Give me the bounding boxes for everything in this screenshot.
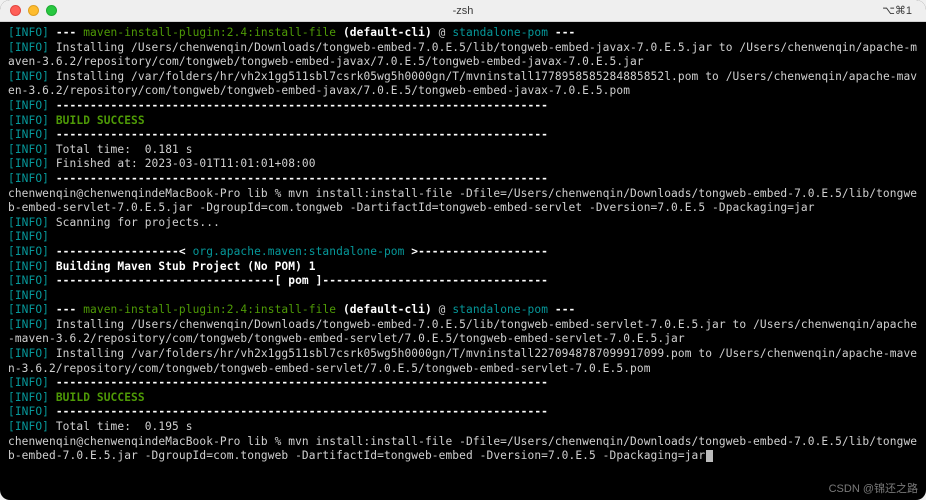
terminal-line: [INFO] Installing /Users/chenwenqin/Down… — [8, 318, 918, 347]
terminal-line: [INFO] BUILD SUCCESS — [8, 114, 918, 129]
terminal-line: chenwenqin@chenwenqindeMacBook-Pro lib %… — [8, 187, 918, 216]
terminal-line: [INFO] Finished at: 2023-03-01T11:01:01+… — [8, 157, 918, 172]
terminal-line: [INFO] Building Maven Stub Project (No P… — [8, 260, 918, 275]
titlebar: -zsh ⌥⌘1 — [0, 0, 926, 22]
terminal-line: [INFO] — [8, 230, 918, 245]
terminal-line: [INFO] ---------------------------------… — [8, 99, 918, 114]
terminal-line: [INFO] Installing /var/folders/hr/vh2x1g… — [8, 347, 918, 376]
terminal-line: [INFO] ---------------------------------… — [8, 405, 918, 420]
window-title: -zsh — [0, 5, 926, 17]
terminal-line: [INFO] --- maven-install-plugin:2.4:inst… — [8, 26, 918, 41]
cursor — [706, 450, 713, 462]
terminal-line: [INFO] Installing /Users/chenwenqin/Down… — [8, 41, 918, 70]
terminal-line: [INFO] Scanning for projects... — [8, 216, 918, 231]
terminal-line: [INFO] ------------------< org.apache.ma… — [8, 245, 918, 260]
shortcut-indicator: ⌥⌘1 — [882, 4, 912, 17]
terminal-line: [INFO] — [8, 289, 918, 304]
terminal-line: [INFO] Total time: 0.195 s — [8, 420, 918, 435]
terminal-line: chenwenqin@chenwenqindeMacBook-Pro lib %… — [8, 435, 918, 464]
terminal-line: [INFO] ---------------------------------… — [8, 376, 918, 391]
watermark: CSDN @锦还之路 — [829, 480, 918, 496]
terminal-line: [INFO] Total time: 0.181 s — [8, 143, 918, 158]
terminal-window: -zsh ⌥⌘1 [INFO] --- maven-install-plugin… — [0, 0, 926, 500]
terminal-line: [INFO] --- maven-install-plugin:2.4:inst… — [8, 303, 918, 318]
terminal-content[interactable]: [INFO] --- maven-install-plugin:2.4:inst… — [0, 22, 926, 472]
terminal-line: [INFO] ---------------------------------… — [8, 128, 918, 143]
terminal-line: [INFO] --------------------------------[… — [8, 274, 918, 289]
terminal-line: [INFO] BUILD SUCCESS — [8, 391, 918, 406]
terminal-line: [INFO] Installing /var/folders/hr/vh2x1g… — [8, 70, 918, 99]
terminal-line: [INFO] ---------------------------------… — [8, 172, 918, 187]
